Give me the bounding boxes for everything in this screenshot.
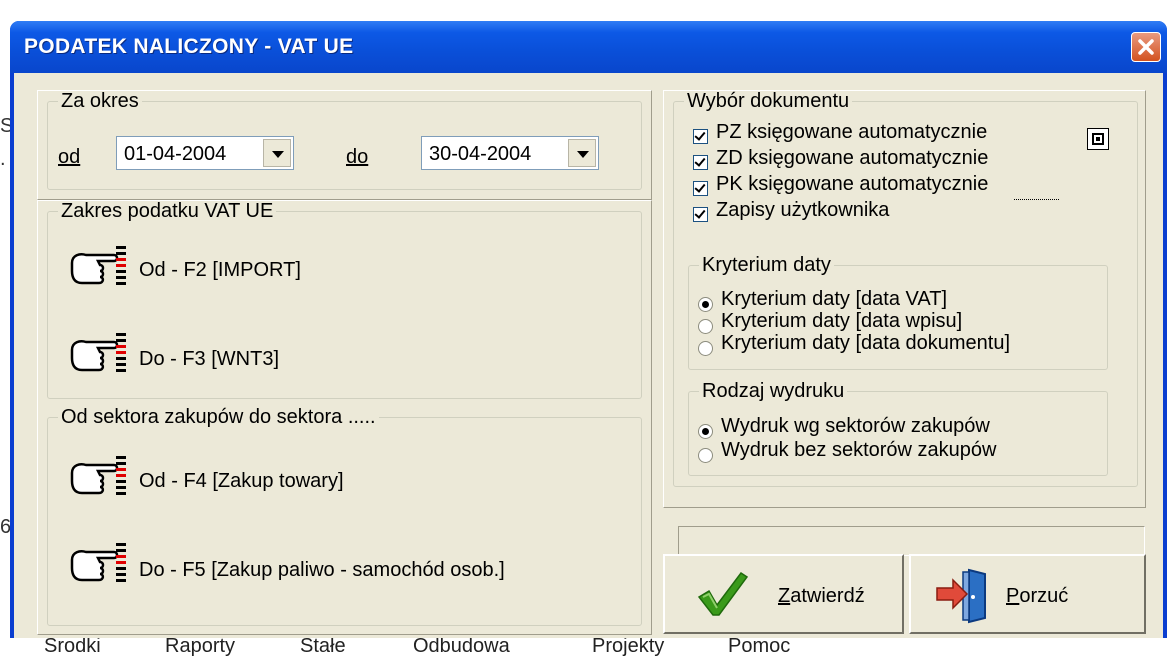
chevron-down-icon[interactable] <box>568 139 596 167</box>
period-panel: Za okres od 01-04-2004 do 30-04-2004 <box>37 90 652 200</box>
background-text-fragment: . <box>0 148 6 170</box>
checkbox-pk[interactable] <box>693 181 708 196</box>
od-label: od <box>58 146 81 168</box>
menu-item-srodki[interactable]: Środki <box>44 638 101 657</box>
date-to-value: 30-04-2004 <box>429 143 532 165</box>
menu-item-odbudowa[interactable]: Odbudowa <box>413 638 510 657</box>
menu-item-stale[interactable]: Stałe <box>300 638 346 657</box>
print-type-legend: Rodzaj wydruku <box>702 380 845 402</box>
confirm-button[interactable]: Zatwierdź <box>663 554 904 634</box>
radio-date-entry-label[interactable]: Kryterium daty [data wpisu] <box>721 310 962 333</box>
checkbox-pz-label[interactable]: PZ księgowane automatycznie <box>716 121 987 144</box>
radio-date-vat-label[interactable]: Kryterium daty [data VAT] <box>721 288 947 311</box>
document-choice-legend: Wybór dokumentu <box>687 90 850 112</box>
confirm-label-rest: atwierdź <box>790 585 865 607</box>
menu-item-pomoc[interactable]: Pomoc <box>728 638 790 657</box>
radio-date-document-label[interactable]: Kryterium daty [data dokumentu] <box>721 332 1010 355</box>
checkbox-pk-label[interactable]: PK księgowane automatycznie <box>716 173 988 196</box>
radio-date-document[interactable] <box>698 341 713 356</box>
exit-door-icon <box>936 568 986 624</box>
title-bar[interactable]: PODATEK NALICZONY - VAT UE <box>10 21 1167 73</box>
date-criterion-legend: Kryterium daty <box>702 254 831 276</box>
progress-bar <box>678 526 1145 556</box>
focus-indicator <box>1014 199 1059 200</box>
radio-print-with-sectors[interactable] <box>698 424 713 439</box>
pointing-hand-icon <box>70 246 126 285</box>
menu-item-raporty[interactable]: Raporty <box>165 638 235 657</box>
chevron-down-icon[interactable] <box>263 139 291 167</box>
cancel-label: Porzuć <box>1006 585 1069 607</box>
window-title: PODATEK NALICZONY - VAT UE <box>24 35 354 58</box>
date-from-value: 01-04-2004 <box>124 143 227 165</box>
radio-print-without-sectors[interactable] <box>698 448 713 463</box>
sector-legend: Od sektora zakupów do sektora ..... <box>61 406 376 428</box>
date-to-select[interactable]: 30-04-2004 <box>421 136 599 170</box>
checkbox-user-entries-label[interactable]: Zapisy użytkownika <box>716 199 889 222</box>
sector-from-button[interactable]: Od - F4 [Zakup towary] <box>66 451 606 511</box>
close-icon <box>1138 39 1154 55</box>
checkbox-pz[interactable] <box>693 129 708 144</box>
dialog-window: PODATEK NALICZONY - VAT UE Za okres od 0… <box>10 21 1167 638</box>
vat-to-button[interactable]: Do - F3 [WNT3] <box>66 328 466 388</box>
radio-date-entry[interactable] <box>698 319 713 334</box>
vat-range-legend: Zakres podatku VAT UE <box>61 200 274 222</box>
vat-to-label: Do - F3 [WNT3] <box>139 348 280 370</box>
checkbox-zd[interactable] <box>693 155 708 170</box>
radio-print-without-sectors-label[interactable]: Wydruk bez sektorów zakupów <box>721 439 997 462</box>
pointing-hand-icon <box>70 333 126 372</box>
sector-to-button[interactable]: Do - F5 [Zakup paliwo - samochód osob.] <box>66 538 626 598</box>
checkbox-zd-label[interactable]: ZD księgowane automatycznie <box>716 147 988 170</box>
do-label: do <box>346 146 369 168</box>
dialog-client-area: Za okres od 01-04-2004 do 30-04-2004 Zak… <box>14 73 1163 638</box>
confirm-label: Zatwierdź <box>778 585 865 607</box>
vat-from-label: Od - F2 [IMPORT] <box>139 259 301 281</box>
range-panel: Zakres podatku VAT UE Od - F2 [IMPORT] D… <box>37 200 652 635</box>
checkbox-user-entries[interactable] <box>693 207 708 222</box>
close-button[interactable] <box>1131 32 1161 62</box>
cancel-label-rest: orzuć <box>1019 585 1069 607</box>
pointing-hand-icon <box>70 543 126 582</box>
checkmark-icon <box>697 571 749 616</box>
sector-to-label: Do - F5 [Zakup paliwo - samochód osob.] <box>139 559 505 581</box>
radio-date-vat[interactable] <box>698 297 713 312</box>
period-legend: Za okres <box>61 90 139 112</box>
select-all-icon[interactable] <box>1087 128 1109 150</box>
options-panel: Wybór dokumentu PZ księgowane automatycz… <box>663 90 1146 508</box>
menu-item-projekty[interactable]: Projekty <box>592 638 664 657</box>
cancel-button[interactable]: Porzuć <box>909 554 1146 634</box>
background-menu-bar: Środki Raporty Stałe Odbudowa Projekty P… <box>0 638 1173 657</box>
date-from-select[interactable]: 01-04-2004 <box>116 136 294 170</box>
radio-print-with-sectors-label[interactable]: Wydruk wg sektorów zakupów <box>721 415 990 438</box>
pointing-hand-icon <box>70 456 126 495</box>
vat-from-button[interactable]: Od - F2 [IMPORT] <box>66 241 466 301</box>
sector-from-label: Od - F4 [Zakup towary] <box>139 470 344 492</box>
